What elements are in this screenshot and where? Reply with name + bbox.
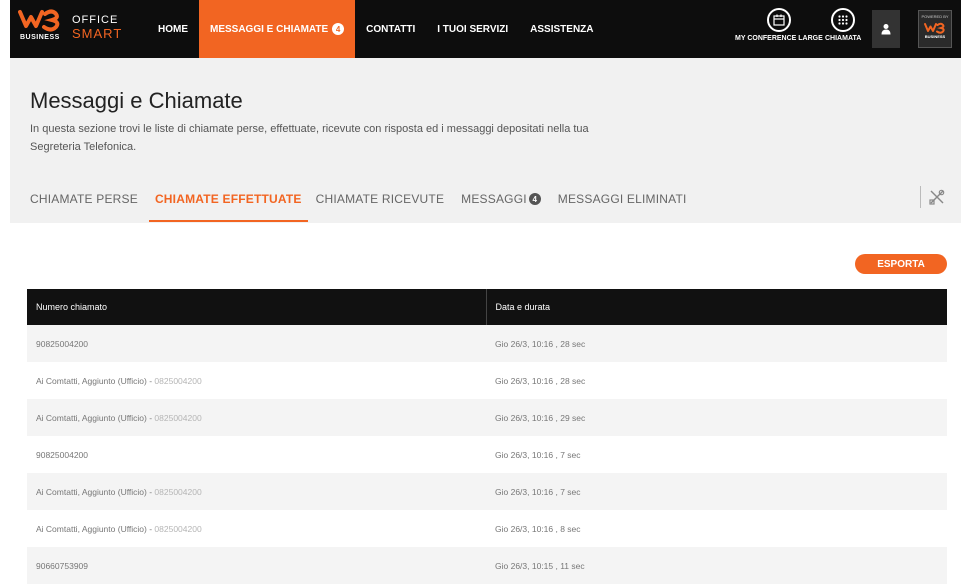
call-date-cell: Gio 26/3, 10:16 , 7 sec <box>486 473 947 510</box>
phone-number: 90825004200 <box>36 449 89 460</box>
nav-item-home[interactable]: HOME <box>147 0 199 58</box>
page-header: Messaggi e Chiamate In questa sezione tr… <box>10 58 961 223</box>
phone-number: 0825004200 <box>154 412 202 423</box>
call-date-cell: Gio 26/3, 10:15 , 11 sec <box>486 547 947 584</box>
nav-item-i-tuoi-servizi[interactable]: I TUOI SERVIZI <box>426 0 519 58</box>
user-icon <box>881 24 891 35</box>
contact-name: Ai Comtatti, Aggiunto (Ufficio) - <box>36 486 155 497</box>
tabs-divider <box>920 186 921 208</box>
chiamata-button[interactable]: CHIAMATA <box>825 8 861 42</box>
nav-item-messaggi-e-chiamate[interactable]: MESSAGGI E CHIAMATE 4 <box>199 0 356 58</box>
brand-logo[interactable]: BUSINESS OFFICE SMART <box>18 8 138 48</box>
call-number-cell: Ai Comtatti, Aggiunto (Ufficio) - 082500… <box>27 473 486 510</box>
phone-number: 0825004200 <box>154 486 202 497</box>
table-row[interactable]: 90825004200 Gio 26/3, 10:16 , 28 sec <box>27 325 947 362</box>
tab-chiamate-effettuate[interactable]: CHIAMATE EFFETTUATE <box>148 184 308 222</box>
call-date-cell: Gio 26/3, 10:16 , 28 sec <box>486 325 947 362</box>
tab-chiamate-perse[interactable]: CHIAMATE PERSE <box>30 184 147 222</box>
table-row[interactable]: Ai Comtatti, Aggiunto (Ufficio) - 082500… <box>27 362 947 399</box>
tab-label: CHIAMATE RICEVUTE <box>315 192 445 206</box>
powered-by-text: POWERED BY <box>921 14 949 19</box>
call-number-cell: 90825004200 <box>27 436 486 473</box>
powered-by-w3-badge: POWERED BY BUSINESS <box>918 10 952 48</box>
tab-label: MESSAGGI <box>461 192 527 206</box>
tab-messaggi[interactable]: MESSAGGI 4 <box>461 184 550 222</box>
nav-item-label: ASSISTENZA <box>530 23 594 35</box>
tab-label: CHIAMATE EFFETTUATE <box>154 192 302 206</box>
call-number-cell: 90660753909 <box>27 547 486 584</box>
nav-item-assistenza[interactable]: ASSISTENZA <box>519 0 604 58</box>
call-date-cell: Gio 26/3, 10:16 , 28 sec <box>486 362 947 399</box>
dialpad-icon <box>831 8 856 32</box>
tab-label: CHIAMATE PERSE <box>30 192 138 206</box>
brand-business-text: BUSINESS <box>20 34 60 41</box>
export-button[interactable]: ESPORTA <box>855 254 947 274</box>
tab-label: MESSAGGI ELIMINATI <box>557 192 687 206</box>
messaggi-count-badge: 4 <box>528 193 541 205</box>
table-row[interactable]: 90660753909 Gio 26/3, 10:15 , 11 sec <box>27 547 947 584</box>
call-number-cell: Ai Comtatti, Aggiunto (Ufficio) - 082500… <box>27 362 486 399</box>
table-row[interactable]: Ai Comtatti, Aggiunto (Ufficio) - 082500… <box>27 473 947 510</box>
tools-icon[interactable] <box>928 188 946 206</box>
contact-name: Ai Comtatti, Aggiunto (Ufficio) - <box>36 523 155 534</box>
brand-office-text: OFFICE <box>72 14 119 26</box>
nav-item-label: I TUOI SERVIZI <box>437 23 509 35</box>
call-number-cell: 90825004200 <box>27 325 486 362</box>
phone-number: 0825004200 <box>154 375 202 386</box>
table-row[interactable]: Ai Comtatti, Aggiunto (Ufficio) - 082500… <box>27 399 947 436</box>
tab-messaggi-eliminati[interactable]: MESSAGGI ELIMINATI <box>558 184 696 222</box>
main-nav: HOME MESSAGGI E CHIAMATE 4 CONTATTI I TU… <box>147 0 605 58</box>
call-date-cell: Gio 26/3, 10:16 , 7 sec <box>486 436 947 473</box>
user-menu-button[interactable] <box>872 10 900 48</box>
nav-count-badge: 4 <box>332 23 345 35</box>
table-row[interactable]: Ai Comtatti, Aggiunto (Ufficio) - 082500… <box>27 510 947 547</box>
conference-calendar-icon <box>766 8 791 32</box>
nav-item-contatti[interactable]: CONTATTI <box>355 0 426 58</box>
chiamata-label: CHIAMATA <box>825 35 862 42</box>
w3-logo-icon <box>18 9 60 32</box>
contact-name: Ai Comtatti, Aggiunto (Ufficio) - <box>36 375 155 386</box>
phone-number: 90660753909 <box>36 560 89 571</box>
nav-item-label: HOME <box>158 23 188 35</box>
contact-name: Ai Comtatti, Aggiunto (Ufficio) - <box>36 412 155 423</box>
tab-chiamate-ricevute[interactable]: CHIAMATE RICEVUTE <box>316 184 454 222</box>
call-number-cell: Ai Comtatti, Aggiunto (Ufficio) - 082500… <box>27 510 486 547</box>
top-navigation-bar: BUSINESS OFFICE SMART HOME MESSAGGI E CH… <box>10 0 961 58</box>
powered-business-text: BUSINESS <box>924 34 946 39</box>
nav-item-label: CONTATTI <box>366 23 416 35</box>
table-row[interactable]: 90825004200 Gio 26/3, 10:16 , 7 sec <box>27 436 947 473</box>
phone-number: 90825004200 <box>36 338 89 349</box>
call-date-cell: Gio 26/3, 10:16 , 29 sec <box>486 399 947 436</box>
call-number-cell: Ai Comtatti, Aggiunto (Ufficio) - 082500… <box>27 399 486 436</box>
my-conference-large-button[interactable]: MY CONFERENCE LARGE <box>735 8 823 42</box>
phone-number: 0825004200 <box>154 523 202 534</box>
table-header-row: Numero chiamato Data e durata <box>27 289 947 325</box>
brand-smart-text: SMART <box>72 26 123 41</box>
w3-logo-small-icon <box>924 22 945 34</box>
column-header-numero[interactable]: Numero chiamato <box>27 289 486 325</box>
calls-table: Numero chiamato Data e durata 9082500420… <box>27 289 947 584</box>
calls-tabs: CHIAMATE PERSE CHIAMATE EFFETTUATE CHIAM… <box>30 184 704 222</box>
nav-item-label: MESSAGGI E CHIAMATE <box>210 23 329 35</box>
page-title: Messaggi e Chiamate <box>30 88 243 113</box>
column-header-data[interactable]: Data e durata <box>485 289 947 325</box>
conference-label: MY CONFERENCE LARGE <box>735 35 823 42</box>
page-description: In questa sezione trovi le liste di chia… <box>30 123 589 153</box>
call-date-cell: Gio 26/3, 10:16 , 8 sec <box>486 510 947 547</box>
